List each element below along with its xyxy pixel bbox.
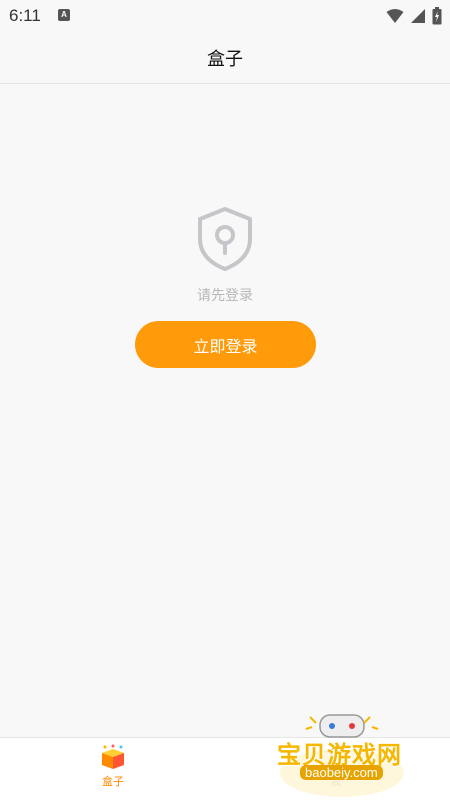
- tab-me[interactable]: 我: [306, 744, 366, 798]
- signal-icon: [411, 9, 425, 23]
- tab-me-label: 我: [330, 775, 342, 788]
- shield-lock-icon: [195, 205, 255, 273]
- notification-icon: A: [58, 9, 70, 21]
- tab-box[interactable]: 盒子: [83, 744, 143, 798]
- login-prompt-text: 请先登录: [197, 288, 253, 304]
- user-icon: [326, 747, 346, 769]
- battery-icon: [432, 7, 442, 25]
- title-bar: 盒子: [0, 32, 450, 84]
- system-icons: [386, 6, 442, 26]
- gift-box-icon: [102, 744, 124, 769]
- empty-state: 请先登录: [0, 205, 450, 305]
- page-title: 盒子: [207, 48, 243, 70]
- bottom-nav: 盒子 我: [0, 737, 450, 800]
- tab-box-label: 盒子: [102, 775, 124, 788]
- wifi-icon: [386, 9, 404, 23]
- status-time: 6:11: [9, 6, 41, 25]
- status-bar: 6:11 A: [0, 0, 450, 32]
- login-button[interactable]: 立即登录: [135, 321, 316, 368]
